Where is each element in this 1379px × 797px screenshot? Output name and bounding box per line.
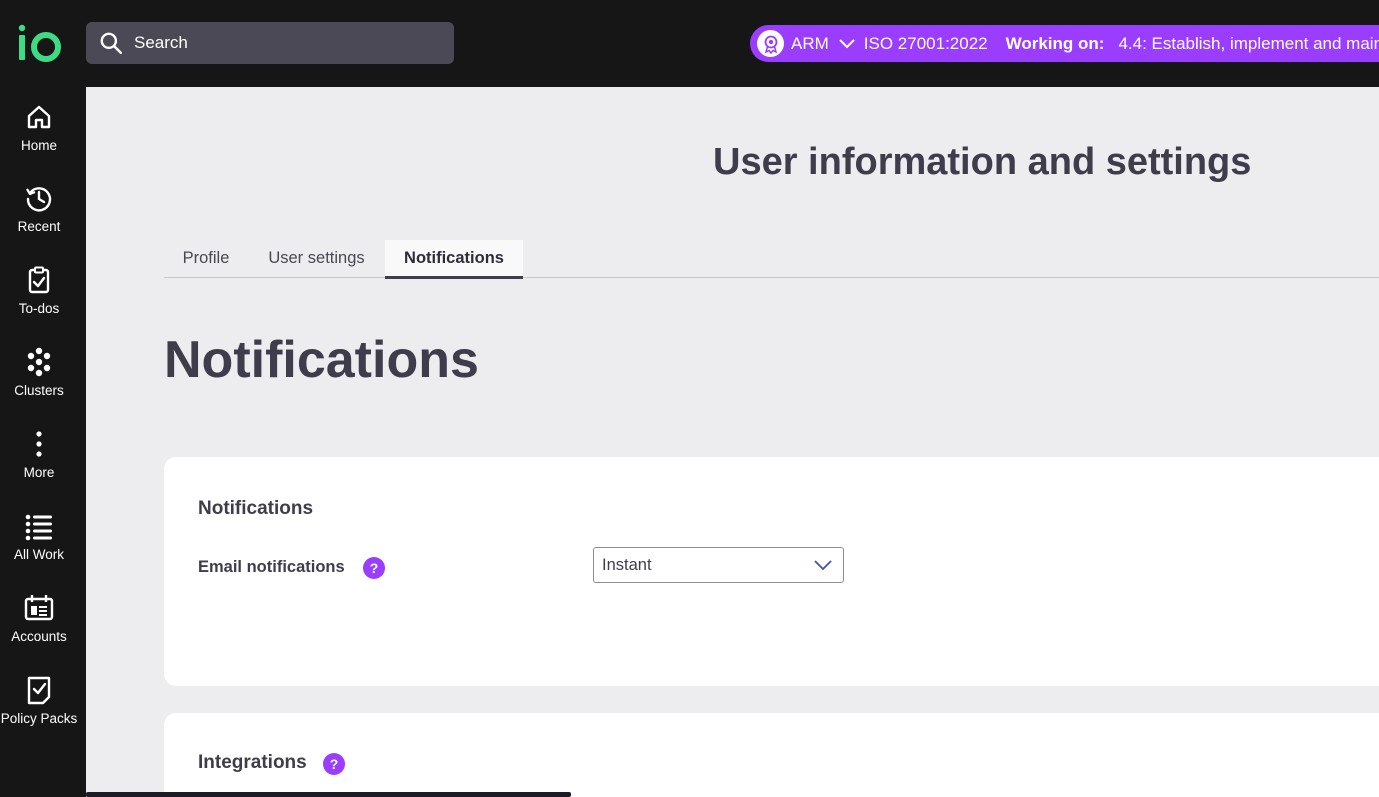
top-bar: Search ARM ISO 27001:2022 Working on: 4.…: [0, 0, 1379, 87]
sidebar-item-label: Policy Packs: [0, 711, 78, 726]
sidebar-item-recent[interactable]: Recent: [0, 183, 78, 235]
page-title: User information and settings: [713, 141, 1252, 183]
sidebar-item-label: Accounts: [11, 629, 67, 644]
sidebar-item-label: More: [23, 465, 55, 480]
sidebar-item-todos[interactable]: To-dos: [0, 265, 78, 317]
history-icon: [26, 187, 52, 212]
help-icon[interactable]: ?: [363, 557, 385, 579]
bottom-toolbar-edge: [86, 792, 571, 797]
org-name: ARM: [791, 33, 829, 53]
search-placeholder: Search: [134, 33, 188, 52]
sidebar-item-more[interactable]: More: [0, 429, 78, 481]
list-icon: [25, 514, 52, 541]
sidebar-item-policy-packs[interactable]: Policy Packs: [0, 675, 78, 727]
calendar-building-icon: [24, 595, 54, 621]
tab-notifications[interactable]: Notifications: [385, 240, 523, 279]
home-icon: [27, 105, 51, 129]
sidebar-item-label: Clusters: [14, 383, 64, 398]
working-on-label: Working on:: [1005, 33, 1105, 53]
sidebar-item-all-work[interactable]: All Work: [0, 511, 78, 563]
card-title: Notifications: [198, 498, 314, 519]
sidebar-item-clusters[interactable]: Clusters: [0, 347, 78, 399]
email-notifications-label: Email notifications: [198, 558, 345, 576]
card-title: Integrations: [198, 752, 307, 773]
document-check-icon: [27, 676, 51, 705]
section-title: Notifications: [164, 331, 479, 389]
standard-name: ISO 27001:2022: [863, 33, 988, 53]
tab-profile[interactable]: Profile: [164, 240, 248, 277]
settings-tabs: Profile User settings Notifications: [164, 240, 1379, 279]
email-notifications-select[interactable]: Instant: [593, 547, 844, 583]
search-bar[interactable]: Search: [86, 22, 454, 64]
notifications-card: Notifications Email notifications ? Inst…: [164, 457, 1379, 686]
tab-user-settings[interactable]: User settings: [248, 240, 385, 277]
chevron-down-icon: [814, 560, 832, 571]
working-on-task: 4.4: Establish, implement and maintain: [1118, 33, 1379, 53]
sidebar: Home Recent To-dos Clusters More All Wor…: [0, 87, 86, 797]
working-on-pill[interactable]: ARM ISO 27001:2022 Working on: 4.4: Esta…: [750, 25, 1379, 62]
sidebar-item-label: Home: [20, 138, 57, 153]
sidebar-item-label: All Work: [13, 547, 64, 562]
io-logo[interactable]: [16, 24, 64, 64]
integrations-card: Integrations ?: [164, 713, 1379, 797]
chevron-down-icon[interactable]: [838, 38, 856, 50]
clipboard-check-icon: [28, 266, 50, 294]
sidebar-item-label: To-dos: [18, 301, 60, 316]
sidebar-item-label: Recent: [17, 219, 61, 234]
vertical-dots-icon: [36, 431, 42, 457]
sidebar-item-accounts[interactable]: Accounts: [0, 593, 78, 645]
help-icon[interactable]: ?: [323, 753, 345, 775]
search-icon: [100, 32, 123, 55]
dots-cluster-icon: [27, 347, 51, 377]
select-value: Instant: [602, 555, 652, 574]
sidebar-item-home[interactable]: Home: [0, 102, 78, 154]
award-ribbon-icon: [757, 30, 784, 57]
